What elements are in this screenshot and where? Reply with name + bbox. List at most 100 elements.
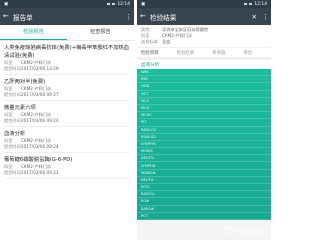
list-item[interactable]: 葡萄糖6磷酸脱氢酶(G-6-PD) 科室 CKM2-产科门诊 提交时间 2017/0… [4,153,130,179]
report-list-screen: ▣ 12:14 ← 报告单 ⋮ 检验报告 检查报告 人类免疫缺陷病毒抗体(免费)… [0,0,134,240]
item-name: RDW-SD [141,134,157,139]
table-row: RBC [137,76,271,84]
notification-icon: ▣ [141,1,146,7]
time-value: 2017/03/06 13:29 [21,66,59,71]
table-row: MON% [137,148,271,156]
list-item[interactable]: 微量元素六项 科室 CKM2-产科门诊 提交时间 2017/03/06 09:24 [4,101,130,127]
table-row: RDW-SD [137,134,271,141]
table-row: LYMPH% [137,141,271,149]
list-item[interactable]: 乙肝两对半(免费) 科室 CKM2-产科门诊 提交时间 2017/03/06 09:… [4,75,130,101]
table-row: HCT [137,91,271,98]
section-title: 血液分析 [141,62,160,68]
time-label: 提交时间 [4,92,21,97]
specimen-value: 全血 [162,39,171,44]
wechat-logo-icon [225,227,233,234]
table-row: MCV [137,98,271,105]
watermark: 宝安区妇幼 [225,226,265,235]
item-name: MCHC [141,113,152,118]
notification-icon: ▣ [4,1,9,7]
item-name: BASO# [141,206,155,211]
time-label: 提交时间 [4,170,21,175]
table-row: MCH [137,105,271,113]
tab-lab-report[interactable]: 检验报告 [0,25,67,40]
item-name: EO# [141,199,150,204]
battery-icon [112,2,116,6]
item-title: 葡萄糖6磷酸脱氢酶(G-6-PD) [4,157,73,163]
item-name: LYMPH# [141,163,156,168]
item-name: MONO# [141,170,156,175]
table-section-header: 血液分析 [137,60,271,69]
close-icon[interactable]: ✕ [252,13,257,21]
app-titlebar: ← 检验结果 ✕ ⋮ [137,8,271,25]
item-name: HGB [141,84,149,89]
item-title: 微量元素六项 [4,105,36,111]
status-icons: 12:14 [244,2,267,7]
list-item[interactable]: 血液分析 科室 CKM2-产科门诊 提交时间 2017/03/06 09:24 [4,127,130,153]
lab-result-screen: ▣ 12:14 ← 检验结果 ✕ ⋮ 医院 深圳市宝安区妇幼保健院 科室 CKM2-… [137,0,271,240]
table-row: WBC [137,69,271,77]
status-bar: ▣ 12:14 [0,0,134,8]
page-title: 报告单 [13,13,33,22]
item-name: HCT [141,91,149,96]
page-title: 检验结果 [150,13,177,22]
col-item: 检验项目 [141,50,159,56]
time-value: 2017/03/06 09:27 [21,92,59,97]
item-title: 乙肝两对半(免费) [4,79,46,85]
item-name: NEUT% [141,156,155,161]
item-name: MON% [141,149,154,154]
info-label: 送检标本 [141,39,158,44]
more-menu-icon[interactable]: ⋮ [125,13,132,21]
table-row: NEUT# [137,177,271,184]
item-name: BASO% [141,192,155,197]
tab-exam-report[interactable]: 检查报告 [67,25,134,40]
item-name: MCV [141,98,150,103]
report-tabs: 检验报告 检查报告 [0,25,134,41]
time-label: 提交时间 [4,118,21,123]
table-row: NEUT% [137,155,271,163]
time-label: 提交时间 [4,144,21,149]
table-row: PLT [137,119,271,127]
table-row: BASO% [137,191,271,199]
item-name: WBC [141,70,150,75]
item-name: MCH [141,106,150,111]
list-item[interactable]: 人类免疫缺陷病毒抗体(免费)+梅毒甲苯胺红不加热血 清试验(免费) 科室 CKM2… [4,41,130,75]
result-columns: 检验项目 检验结果 参考值 单位 [137,47,271,57]
status-icons: 12:14 [107,2,130,7]
back-arrow-icon[interactable]: ← [3,13,13,20]
col-reference: 参考值 [212,50,226,56]
item-name: LYMPH% [141,141,157,146]
item-name: EO% [141,185,150,190]
time-value: 2017/03/06 09:24 [21,144,59,149]
time-value: 2017/03/06 09:24 [21,118,59,123]
col-result: 检验结果 [176,50,195,56]
item-title: 人类免疫缺陷病毒抗体(免费)+梅毒甲苯胺红不加热血 [4,45,130,51]
item-name: RBC [141,77,149,82]
signal-icon [244,2,248,6]
report-info: 医院 深圳市宝安区妇幼保健院 科室 CKM2-产科门诊 送检标本 全血 [137,25,271,47]
item-title-cont: 清试验(免费) [4,53,35,59]
result-table: 血液分析 WBC RBC HGB HCT MCV MCH MCHC PLT RDW-CV RDW-… [137,60,271,220]
item-name: RDW-CV [141,127,156,132]
back-arrow-icon[interactable]: ← [140,13,150,20]
item-title: 血液分析 [4,131,26,137]
table-row: LYMPH# [137,162,271,170]
signal-icon [107,2,111,6]
col-unit: 单位 [243,50,253,56]
status-time: 12:14 [117,1,130,7]
item-name: PLT [141,120,147,125]
table-row: MCHC [137,112,271,120]
status-bar: ▣ 12:14 [137,0,271,8]
more-menu-icon[interactable]: ⋮ [262,13,269,21]
item-name: PCT [141,213,148,218]
watermark-text: 宝安区妇幼 [234,228,265,235]
time-value: 2017/03/06 09:23 [21,170,59,175]
table-row: HGB [137,83,271,91]
table-row: BASO# [137,206,271,213]
battery-icon [249,2,253,6]
table-row: PCT [137,213,271,220]
table-row: RDW-CV [137,127,271,134]
item-name: NEUT# [141,177,154,182]
status-time: 12:14 [254,1,267,7]
report-list: 人类免疫缺陷病毒抗体(免费)+梅毒甲苯胺红不加热血 清试验(免费) 科室 CKM2… [0,41,134,179]
table-body: WBC RBC HGB HCT MCV MCH MCHC PLT RDW-CV RDW-SD LYM… [137,69,271,220]
